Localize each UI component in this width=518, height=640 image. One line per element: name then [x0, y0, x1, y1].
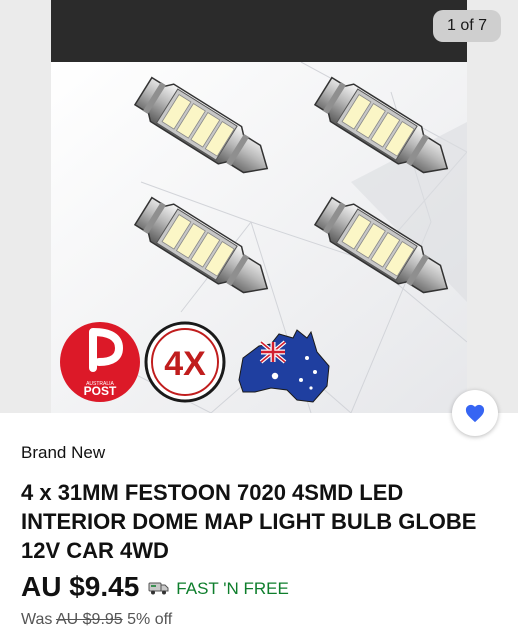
quantity-badge-text: 4X [164, 345, 206, 383]
shipping-badge: FAST 'N FREE [148, 579, 289, 599]
image-gallery[interactable]: AUSTRALIA POST 4X 1 of 7 [0, 0, 518, 413]
truck-icon [148, 582, 169, 595]
was-price-row: Was AU $9.95 5% off [21, 611, 172, 629]
heart-icon [465, 404, 485, 423]
item-title: 4 x 31MM FESTOON 7020 4SMD LED INTERIOR … [21, 480, 477, 563]
was-label: Was [21, 611, 53, 628]
original-price: AU $9.95 [55, 611, 123, 628]
item-condition: Brand New [21, 443, 106, 462]
shipping-label: FAST 'N FREE [176, 578, 289, 598]
product-illustration: AUSTRALIA POST 4X [51, 62, 467, 413]
post-text: POST [84, 384, 117, 398]
image-counter: 1 of 7 [432, 10, 501, 42]
watchlist-button[interactable] [452, 390, 498, 436]
product-photo[interactable]: AUSTRALIA POST 4X [51, 0, 467, 413]
item-price: AU $9.45 [21, 571, 140, 602]
price-row: AU $9.45 FAST 'N FREE [21, 571, 289, 603]
photo-dark-header [51, 0, 467, 62]
discount-label: 5% off [127, 611, 173, 628]
